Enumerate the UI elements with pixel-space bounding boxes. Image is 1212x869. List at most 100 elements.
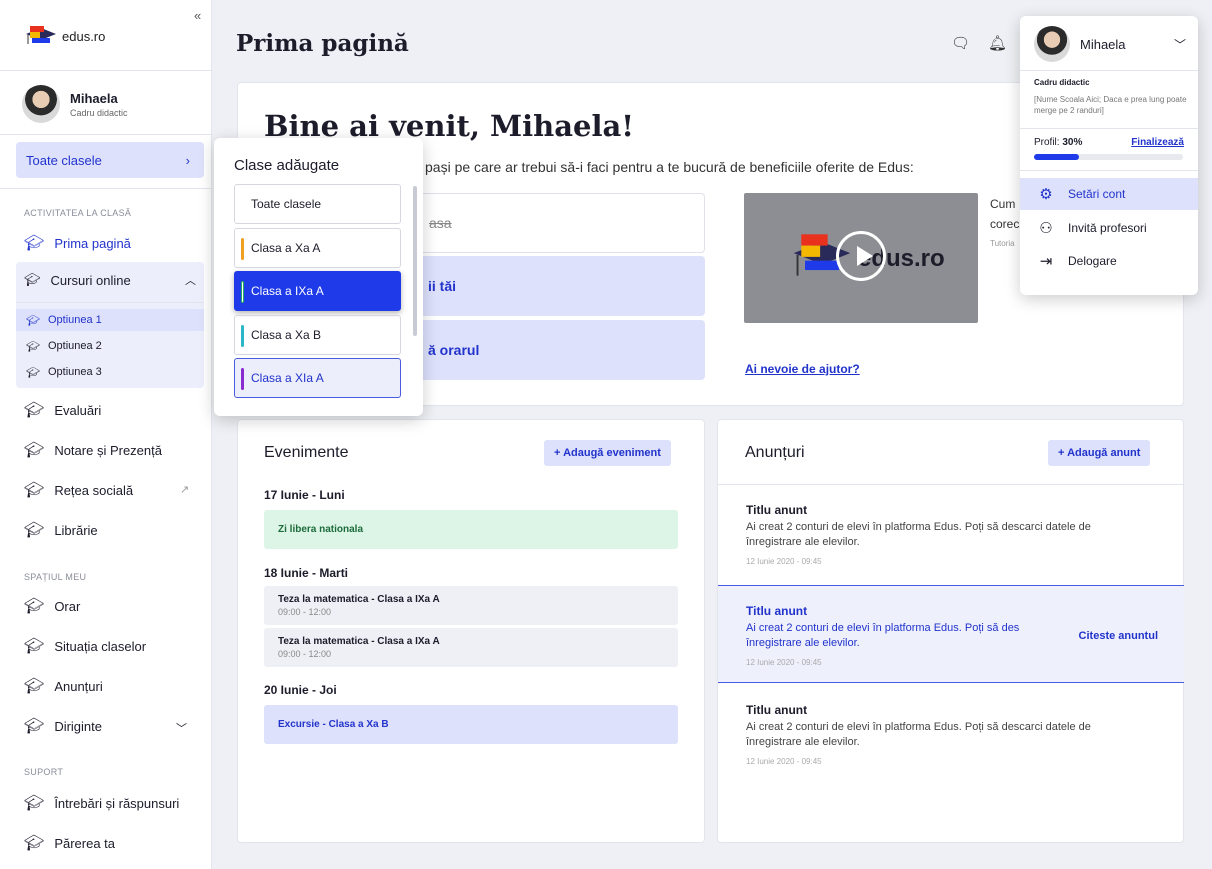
- sidebar-item-label: Optiunea 1: [47, 314, 102, 326]
- event-item[interactable]: Teza la matematica - Clasa a IXa A 09:00…: [264, 586, 678, 625]
- sidebar-item-grading[interactable]: 🎓︎ Notare și Prezență: [24, 440, 162, 460]
- sidebar-item-class-status[interactable]: 🎓︎ Situația claselor: [24, 636, 146, 656]
- announcement-item[interactable]: Titlu anunt Ai creat 2 conturi de elevi …: [718, 585, 1184, 683]
- sidebar-item-home[interactable]: 🎓︎ Prima pagină: [24, 233, 131, 253]
- sidebar-item-announcements[interactable]: 🎓︎ Anunțuri: [24, 676, 103, 696]
- sidebar-item-faq[interactable]: 🎓︎ Întrebări și răspunsuri: [24, 793, 179, 813]
- sidebar-subitem-option1[interactable]: 🎓︎ Optiunea 1: [16, 309, 204, 331]
- classes-dropdown: Clase adăugate Toate clasele Clasa a Xa …: [214, 138, 423, 416]
- sidebar-item-label: Cursuri online: [50, 272, 131, 288]
- menu-item-logout[interactable]: ⇥ Delogare: [1020, 245, 1198, 277]
- profile-progress-bar: [1034, 154, 1183, 160]
- announcement-body: Ai creat 2 conturi de elevi în platforma…: [746, 521, 1091, 548]
- class-color-marker: [241, 281, 244, 303]
- sidebar-item-feedback[interactable]: 🎓︎ Părerea ta: [24, 833, 115, 853]
- sidebar-item-schedule[interactable]: 🎓︎ Orar: [24, 596, 80, 616]
- sidebar-item-label: Orar: [54, 598, 81, 614]
- event-day-label: 20 Iunie - Joi: [264, 683, 337, 697]
- profile-completion: Profil: 30%: [1034, 137, 1082, 148]
- all-classes-label: Toate clasele: [26, 152, 102, 168]
- avatar: [22, 85, 60, 123]
- divider: [0, 134, 212, 135]
- sidebar-item-courses[interactable]: 🎓︎ Cursuri online ︿: [24, 272, 196, 288]
- add-event-button[interactable]: + Adaugă eveniment: [544, 440, 671, 466]
- class-option-all[interactable]: Toate clasele: [234, 184, 401, 224]
- divider: [1020, 70, 1198, 71]
- menu-item-invite[interactable]: ⚇ Invită profesori: [1020, 212, 1198, 244]
- account-menu-toggle[interactable]: Mihaela ﹀: [1034, 26, 1186, 62]
- chevron-up-icon: ︿: [185, 275, 196, 287]
- graduation-cap-icon: 🎓︎: [24, 598, 45, 615]
- video-caption: Cum: [990, 197, 1016, 211]
- section-my-space-label: SPAȚIUL MEU: [24, 572, 87, 582]
- finish-profile-link[interactable]: Finalizează: [1131, 137, 1184, 148]
- events-title: Evenimente: [264, 444, 349, 461]
- event-item[interactable]: Teza la matematica - Clasa a IXa A 09:00…: [264, 628, 678, 667]
- profile-progress-fill: [1034, 154, 1079, 160]
- sidebar-subitem-option2[interactable]: 🎓︎ Optiunea 2: [16, 335, 204, 357]
- event-time: 09:00 - 12:00: [278, 649, 332, 659]
- all-classes-selector[interactable]: Toate clasele ›: [16, 142, 204, 178]
- sidebar-item-label: Evaluări: [54, 402, 102, 418]
- sidebar-subitem-option3[interactable]: 🎓︎ Optiunea 3: [16, 361, 204, 383]
- event-title: Teza la matematica - Clasa a IXa A: [278, 636, 440, 647]
- welcome-subtitle: i pași pe care ar trebui să-i faci pentr…: [418, 159, 914, 175]
- logo[interactable]: edus.ro: [24, 24, 105, 48]
- divider: [1020, 170, 1198, 171]
- event-title: Zi libera nationala: [278, 524, 364, 535]
- sidebar-item-label: Rețea socială: [54, 482, 134, 498]
- sidebar-item-label: Situația claselor: [54, 638, 147, 654]
- chevron-down-icon[interactable]: ﹀: [176, 720, 187, 736]
- read-announcement-button[interactable]: Citeste anuntul: [1079, 630, 1158, 642]
- divider: [0, 70, 212, 71]
- sidebar-item-label: Întrebări și răspunsuri: [54, 795, 180, 811]
- avatar: [1034, 26, 1070, 62]
- add-user-icon: ⚇: [1039, 220, 1053, 237]
- event-day-label: 18 Iunie - Marti: [264, 566, 349, 580]
- announcement-body: Ai creat 2 conturi de elevi în platforma…: [746, 721, 1091, 748]
- announcement-item[interactable]: Titlu anunt Ai creat 2 conturi de elevi …: [718, 485, 1184, 583]
- profile-value: 30%: [1062, 137, 1083, 148]
- tutorial-video[interactable]: edus.ro: [744, 193, 978, 323]
- class-option[interactable]: Clasa a Xa A: [234, 228, 401, 268]
- divider: [1020, 128, 1198, 129]
- graduation-cap-icon: 🎓︎: [24, 482, 45, 499]
- bell-icon[interactable]: 🔔︎: [988, 34, 1007, 52]
- external-link-icon: ↗: [180, 484, 190, 496]
- user-name: Mihaela: [70, 90, 118, 106]
- class-option[interactable]: Clasa a XIa A: [234, 358, 401, 398]
- account-role: Cadru didactic: [1034, 78, 1090, 87]
- sidebar-item-label: Optiunea 2: [47, 340, 102, 352]
- class-option-selected[interactable]: Clasa a IXa A: [234, 271, 401, 311]
- event-item[interactable]: Zi libera nationala: [264, 510, 678, 549]
- sidebar-item-label: Prima pagină: [54, 235, 131, 251]
- sidebar-profile[interactable]: Mihaela Cadru didactic: [22, 85, 128, 123]
- chevron-down-icon: ﹀: [1173, 37, 1186, 52]
- divider: [0, 188, 212, 189]
- menu-item-settings[interactable]: ⚙︎ Setări cont: [1020, 178, 1198, 210]
- event-item[interactable]: Excursie - Clasa a Xa B: [264, 705, 678, 744]
- add-announcement-button[interactable]: + Adaugă anunt: [1048, 440, 1151, 466]
- event-title: Excursie - Clasa a Xa B: [278, 719, 389, 730]
- sidebar-item-head-teacher[interactable]: 🎓︎ Diriginte: [24, 716, 102, 736]
- classes-scrollbar[interactable]: [413, 186, 417, 336]
- announcements-title: Anunțuri: [745, 444, 805, 461]
- class-option[interactable]: Clasa a Xa B: [234, 315, 401, 355]
- task-label: ii tăi: [428, 278, 457, 294]
- profile-label: Profil:: [1034, 137, 1060, 148]
- sidebar-item-library[interactable]: 🎓︎ Librărie: [24, 520, 98, 540]
- event-day-label: 17 Iunie - Luni: [264, 488, 345, 502]
- account-name: Mihaela: [1080, 36, 1126, 52]
- section-activity-label: ACTIVITATEA LA CLASĂ: [24, 208, 132, 218]
- messages-icon[interactable]: 🗨︎: [951, 34, 970, 52]
- play-icon[interactable]: [836, 231, 886, 281]
- event-title: Teza la matematica - Clasa a IXa A: [278, 594, 440, 605]
- help-link[interactable]: Ai nevoie de ajutor?: [745, 362, 860, 376]
- user-role: Cadru didactic: [70, 107, 128, 118]
- sidebar-item-evaluations[interactable]: 🎓︎ Evaluări: [24, 400, 101, 420]
- collapse-sidebar-button[interactable]: «: [194, 8, 201, 23]
- sidebar-item-label: Anunțuri: [54, 678, 103, 694]
- sidebar-item-social[interactable]: 🎓︎ Rețea socială: [24, 480, 133, 500]
- announcement-item[interactable]: Titlu anunt Ai creat 2 conturi de elevi …: [718, 685, 1184, 783]
- class-option-label: Clasa a Xa B: [251, 328, 322, 342]
